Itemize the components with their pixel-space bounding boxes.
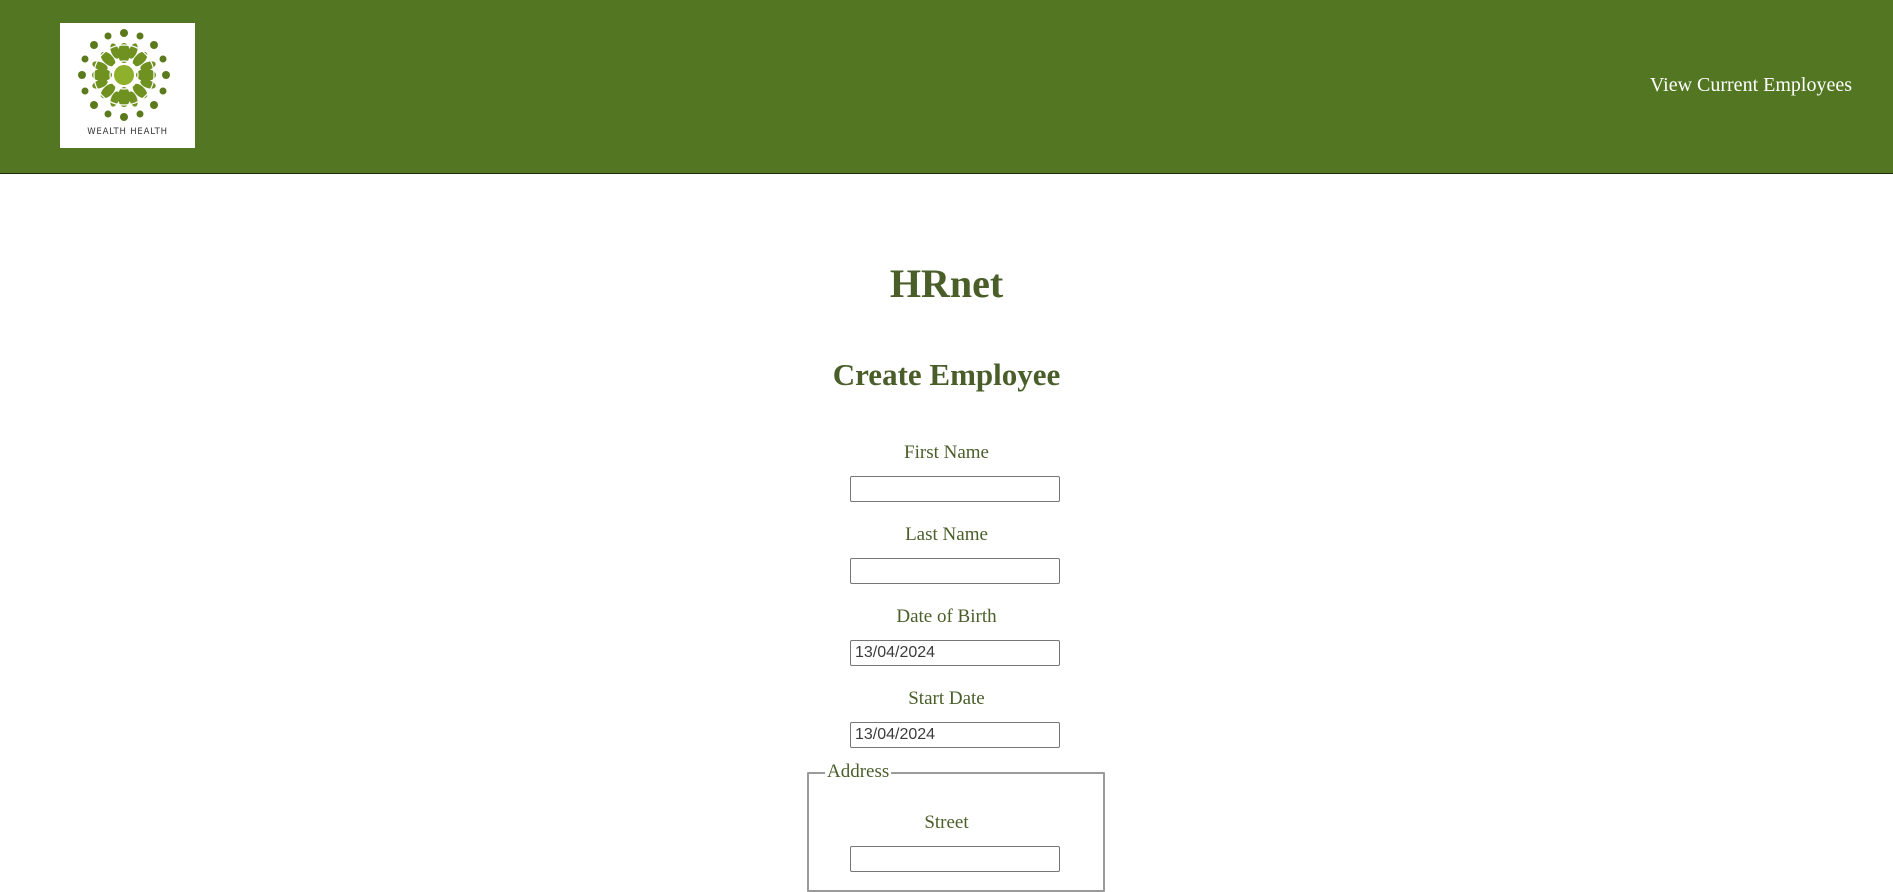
first-name-input[interactable] <box>850 476 1060 502</box>
date-of-birth-label: Date of Birth <box>896 606 997 627</box>
date-of-birth-input[interactable] <box>850 640 1060 666</box>
section-title: Create Employee <box>832 357 1061 392</box>
first-name-label: First Name <box>904 442 989 463</box>
page-title: HRnet <box>889 261 1004 306</box>
logo[interactable]: Wealth Health <box>60 23 195 148</box>
start-date-label: Start Date <box>908 688 985 709</box>
last-name-input[interactable] <box>850 558 1060 584</box>
street-input[interactable] <box>850 846 1060 872</box>
last-name-label: Last Name <box>905 524 988 545</box>
start-date-input[interactable] <box>850 722 1060 748</box>
address-legend: Address <box>825 761 892 783</box>
street-label: Street <box>924 812 969 833</box>
top-header: Wealth Health View Current Employees <box>0 0 1893 174</box>
view-current-employees-link[interactable]: View Current Employees <box>1650 74 1852 97</box>
wealth-health-logo-icon <box>78 29 170 121</box>
logo-text: Wealth Health <box>87 127 168 137</box>
